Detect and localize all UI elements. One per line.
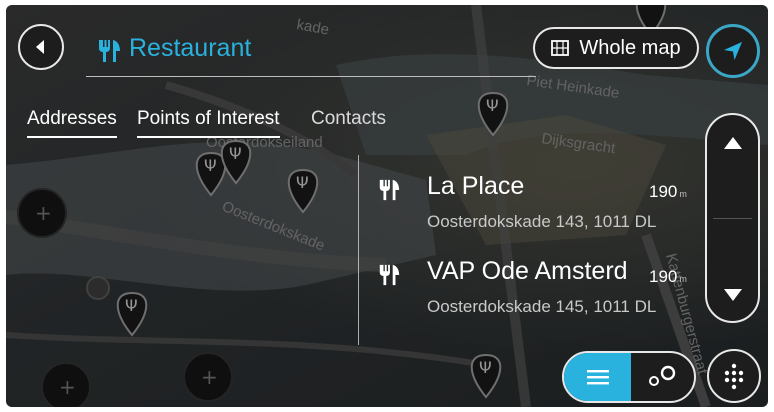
map-icon [551,40,570,56]
back-arrow-icon [36,40,44,54]
scroll-down-button[interactable] [713,275,752,315]
fork-knife-icon [379,264,400,286]
navigation-arrow-icon [724,42,742,60]
view-toggle [562,351,696,403]
map-pins-icon [648,365,675,386]
search-query: Restaurant [129,34,252,62]
whole-map-button[interactable]: Whole map [533,27,699,69]
distance-value: 190 [649,267,678,286]
fork-knife-icon [99,40,120,62]
tab-contacts[interactable]: Contacts [311,108,386,136]
chevron-down-icon [723,289,742,301]
result-address: Oosterdokskade 143, 1011 DL [427,212,657,231]
list-icon [586,370,609,385]
scroll-up-button[interactable] [713,123,752,163]
results-divider [358,155,359,345]
result-distance: 190 m [649,182,687,202]
result-name: La Place [427,172,525,200]
tab-addresses[interactable]: Addresses [27,108,117,138]
chevron-up-icon [723,137,742,149]
back-button[interactable] [18,24,64,70]
distance-value: 190 [649,182,678,201]
scroll-panel [705,113,760,323]
result-distance: 190 m [649,267,687,287]
keyboard-button[interactable] [707,349,761,403]
whole-map-label: Whole map [579,36,681,59]
tab-points-of-interest[interactable]: Points of Interest [137,108,280,138]
current-location-button[interactable] [706,24,760,78]
distance-unit: m [679,274,687,284]
list-item[interactable]: La Place 190 m Oosterdokskade 143, 1011 D… [373,170,703,240]
result-address: Oosterdokskade 145, 1011 DL [427,297,657,316]
fork-knife-icon [379,179,400,201]
list-item[interactable]: VAP Ode Amsterdam 190m Oosterdokskade 14… [373,255,703,325]
app-screen: Oosterdokskade Dijksgracht Oosterdokseil… [6,5,768,407]
map-view-button[interactable] [631,353,694,401]
search-input[interactable]: Restaurant [86,29,536,77]
distance-unit: m [679,189,687,199]
search-underline [86,76,536,77]
result-name: VAP Ode Amsterdam [427,257,627,285]
list-view-button[interactable] [564,353,631,401]
keyboard-icon [724,363,744,390]
scroll-separator [713,218,752,219]
